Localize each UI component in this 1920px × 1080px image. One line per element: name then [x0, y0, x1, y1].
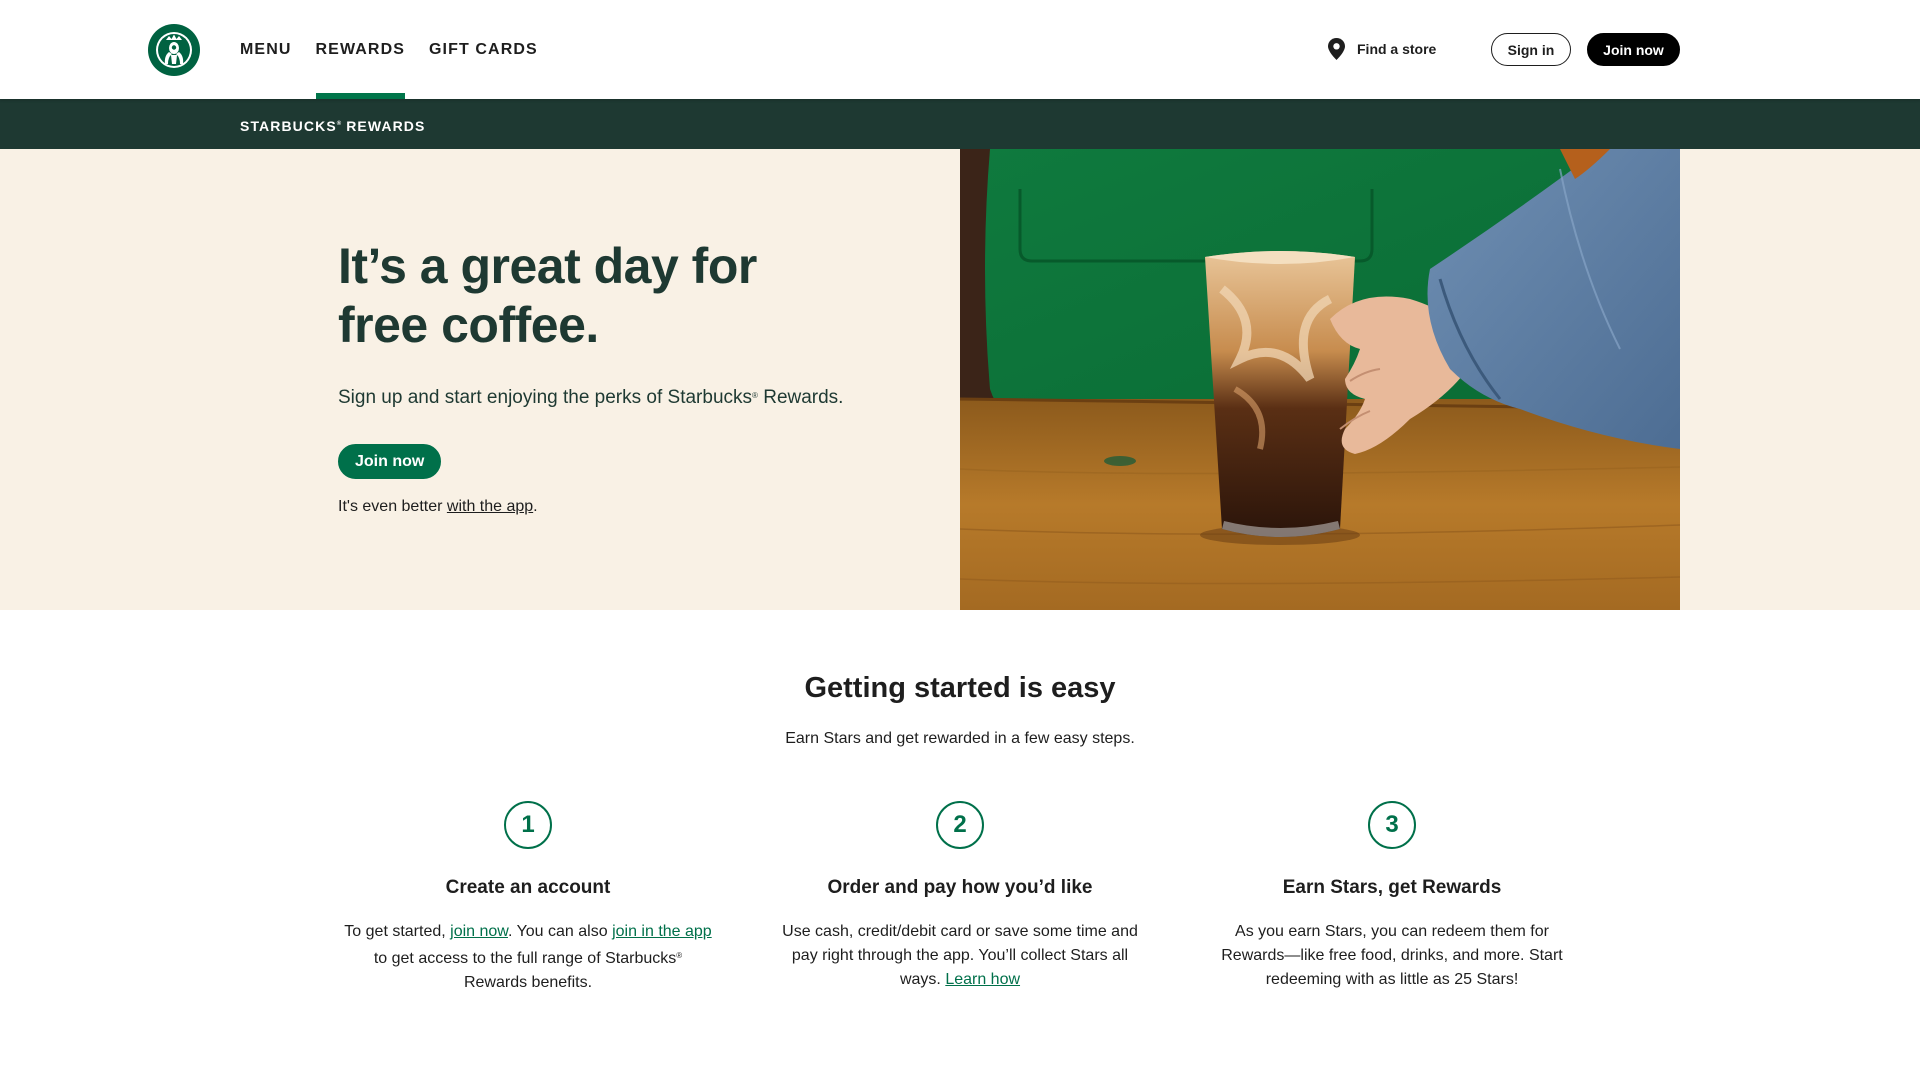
step-earn-stars: 3 Earn Stars, get Rewards As you earn St…	[1202, 801, 1582, 992]
hero-title-line2: free coffee.	[338, 297, 599, 353]
join-now-link[interactable]: join now	[450, 923, 508, 940]
hero-title: It’s a great day for free coffee.	[338, 237, 938, 355]
hero-subtitle: Sign up and start enjoying the perks of …	[338, 387, 938, 409]
subnav-title-rest: REWARDS	[346, 118, 426, 134]
step-body-text: to get access to the full range of Starb…	[373, 950, 677, 967]
hero-subtitle-text: Sign up and start enjoying the perks of …	[338, 387, 753, 408]
hero-note-end: .	[533, 498, 538, 515]
getting-started-title: Getting started is easy	[804, 672, 1116, 704]
step-body: As you earn Stars, you can redeem them f…	[1221, 923, 1563, 988]
with-the-app-link[interactable]: with the app	[447, 498, 533, 515]
hero-title-line1: It’s a great day for	[338, 238, 757, 294]
sign-in-button[interactable]: Sign in	[1491, 33, 1571, 66]
step-number-badge: 2	[936, 801, 984, 849]
registered-mark: ®	[336, 121, 342, 127]
hero-app-note: It's even better with the app.	[338, 498, 938, 516]
starbucks-logo-icon[interactable]	[148, 24, 200, 76]
step-body: Use cash, credit/debit card or save some…	[775, 920, 1145, 992]
hero-image-iced-coffee	[960, 149, 1680, 610]
subnav-title-brand: STARBUCKS	[240, 118, 337, 134]
find-store-link[interactable]: Find a store	[1328, 36, 1436, 62]
hero-banner: It’s a great day for free coffee. Sign u…	[0, 149, 1920, 610]
join-in-the-app-link[interactable]: join in the app	[612, 923, 712, 940]
nav-menu[interactable]: MENU	[240, 0, 292, 99]
step-create-account: 1 Create an account To get started, join…	[338, 801, 718, 995]
hero-text: It’s a great day for free coffee. Sign u…	[338, 237, 938, 516]
primary-nav: MENU REWARDS GIFT CARDS	[240, 0, 562, 99]
registered-mark: ®	[676, 951, 683, 960]
find-store-label: Find a store	[1357, 41, 1437, 57]
step-number-badge: 1	[504, 801, 552, 849]
step-body-text: . You can also	[507, 923, 613, 940]
learn-how-link[interactable]: Learn how	[945, 971, 1020, 988]
step-number-badge: 3	[1368, 801, 1416, 849]
nav-rewards[interactable]: REWARDS	[315, 0, 406, 99]
step-title: Order and pay how you’d like	[827, 877, 1093, 898]
nav-gift-cards[interactable]: GIFT CARDS	[429, 0, 538, 99]
rewards-subnav: STARBUCKS® REWARDS	[0, 99, 1920, 149]
getting-started-subtitle: Earn Stars and get rewarded in a few eas…	[785, 730, 1135, 747]
rewards-subnav-title[interactable]: STARBUCKS® REWARDS	[240, 99, 425, 151]
step-order-and-pay: 2 Order and pay how you’d like Use cash,…	[770, 801, 1150, 992]
hero-note-text: It's even better	[338, 498, 447, 515]
step-body-text: To get started,	[344, 923, 451, 940]
hero-subtitle-end: Rewards.	[757, 387, 844, 408]
location-pin-icon	[1328, 38, 1345, 60]
header-join-now-button[interactable]: Join now	[1587, 33, 1680, 66]
step-title: Create an account	[445, 877, 611, 898]
hero-join-now-button[interactable]: Join now	[338, 444, 442, 479]
step-title: Earn Stars, get Rewards	[1282, 877, 1502, 898]
step-body-text: Rewards benefits.	[463, 974, 593, 991]
global-header: MENU REWARDS GIFT CARDS Find a store Sig…	[0, 0, 1920, 99]
step-body: To get started, join now. You can also j…	[343, 920, 713, 995]
